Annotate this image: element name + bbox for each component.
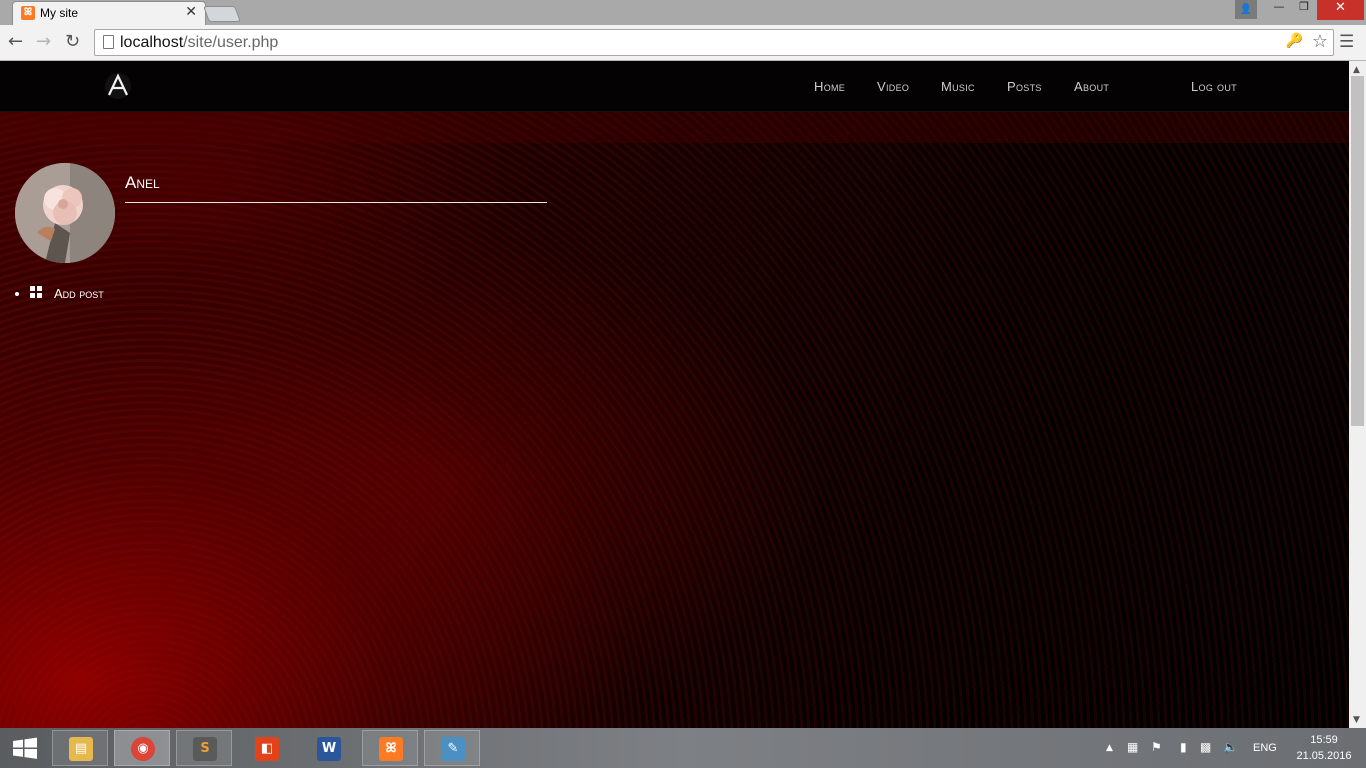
scroll-up-icon[interactable]: ▲ xyxy=(1353,65,1360,75)
add-post-label: Add post xyxy=(54,286,104,301)
network-icon[interactable]: ▩ xyxy=(1200,740,1211,754)
taskbar-xampp[interactable]: ꕤ xyxy=(362,730,418,766)
taskbar-chrome[interactable]: ◉ xyxy=(114,730,170,766)
sublime-text-icon: S xyxy=(193,737,217,761)
battery-icon[interactable]: ▮ xyxy=(1180,740,1187,754)
taskbar-file-explorer[interactable]: ▤ xyxy=(52,730,108,766)
tab-title: My site xyxy=(40,6,79,20)
word-icon: W xyxy=(317,737,341,761)
arrow-left-icon[interactable]: ← xyxy=(8,31,23,52)
nav-logout[interactable]: Log out xyxy=(1191,79,1237,94)
nav-home[interactable]: Home xyxy=(814,79,845,94)
new-tab-button[interactable] xyxy=(203,6,241,22)
taskbar-office[interactable]: ◧ xyxy=(238,730,294,766)
avatar xyxy=(15,163,115,263)
profile-username: Anel xyxy=(125,173,160,192)
volume-icon[interactable]: 🔈 xyxy=(1223,740,1238,754)
taskbar-sublime-text[interactable]: S xyxy=(176,730,232,766)
url-host: localhost xyxy=(120,34,184,51)
clock-date[interactable]: 21.05.2016 xyxy=(1293,750,1355,762)
maximize-button[interactable]: ❐ xyxy=(1291,0,1317,20)
site-logo-icon[interactable] xyxy=(104,72,132,100)
taskbar-paint[interactable]: ✎ xyxy=(424,730,480,766)
xampp-favicon-icon: ꕤ xyxy=(21,6,35,20)
page-viewport: Home Video Music Posts About Log out Ane… xyxy=(0,61,1349,728)
language-indicator[interactable]: ENG xyxy=(1253,742,1277,754)
address-bar[interactable]: localhost/site/user.php 🔑 ☆ xyxy=(94,29,1334,56)
nav-video[interactable]: Video xyxy=(877,79,909,94)
browser-tabstrip: ꕤ My site ✕ 👤 — ❐ ✕ xyxy=(0,0,1366,25)
nav-about[interactable]: About xyxy=(1074,79,1109,94)
flag-icon[interactable]: ⚑ xyxy=(1151,740,1162,754)
browser-tab[interactable]: ꕤ My site ✕ xyxy=(12,1,206,25)
paint-icon: ✎ xyxy=(441,737,465,761)
grid-icon xyxy=(30,286,42,298)
page-icon xyxy=(103,35,114,49)
close-tab-icon[interactable]: ✕ xyxy=(185,4,197,20)
chrome-icon: ◉ xyxy=(131,737,155,761)
taskbar-word[interactable]: W xyxy=(300,730,356,766)
browser-toolbar: ← → ↻ localhost/site/user.php 🔑 ☆ ☰ xyxy=(0,25,1366,61)
scroll-thumb[interactable] xyxy=(1351,76,1364,426)
user-profile-icon[interactable]: 👤 xyxy=(1235,0,1257,19)
clock-time[interactable]: 15:59 xyxy=(1293,734,1355,746)
arrow-right-icon[interactable]: → xyxy=(36,31,51,52)
windows-start-icon[interactable] xyxy=(0,728,50,768)
hamburger-menu-icon[interactable]: ☰ xyxy=(1339,32,1354,52)
folder-icon: ▤ xyxy=(69,737,93,761)
list-bullet xyxy=(15,292,19,296)
nav-music[interactable]: Music xyxy=(941,79,975,94)
header-band xyxy=(0,112,1349,143)
office-icon: ◧ xyxy=(255,737,279,761)
minimize-button[interactable]: — xyxy=(1266,0,1292,20)
site-header: Home Video Music Posts About Log out xyxy=(0,61,1349,112)
key-icon[interactable]: 🔑 xyxy=(1286,33,1303,49)
close-window-button[interactable]: ✕ xyxy=(1317,0,1364,20)
windows-taskbar: ▤ ◉ S ◧ W ꕤ ✎ ▲ ▦ ⚑ ▮ ▩ 🔈 ENG 15:59 21.0… xyxy=(0,728,1366,768)
action-center-icon[interactable]: ▦ xyxy=(1127,740,1138,754)
xampp-icon: ꕤ xyxy=(379,737,403,761)
url-path: /site/user.php xyxy=(183,34,279,51)
nav-posts[interactable]: Posts xyxy=(1007,79,1042,94)
star-icon[interactable]: ☆ xyxy=(1312,31,1328,52)
rose-avatar-image xyxy=(15,163,115,263)
scroll-down-icon[interactable]: ▼ xyxy=(1353,715,1360,725)
url-text[interactable]: localhost/site/user.php xyxy=(120,34,278,52)
reload-icon[interactable]: ↻ xyxy=(65,31,80,52)
vertical-scrollbar[interactable]: ▲ ▼ xyxy=(1349,61,1366,728)
username-divider xyxy=(125,202,547,203)
chevron-up-icon[interactable]: ▲ xyxy=(1106,743,1113,753)
